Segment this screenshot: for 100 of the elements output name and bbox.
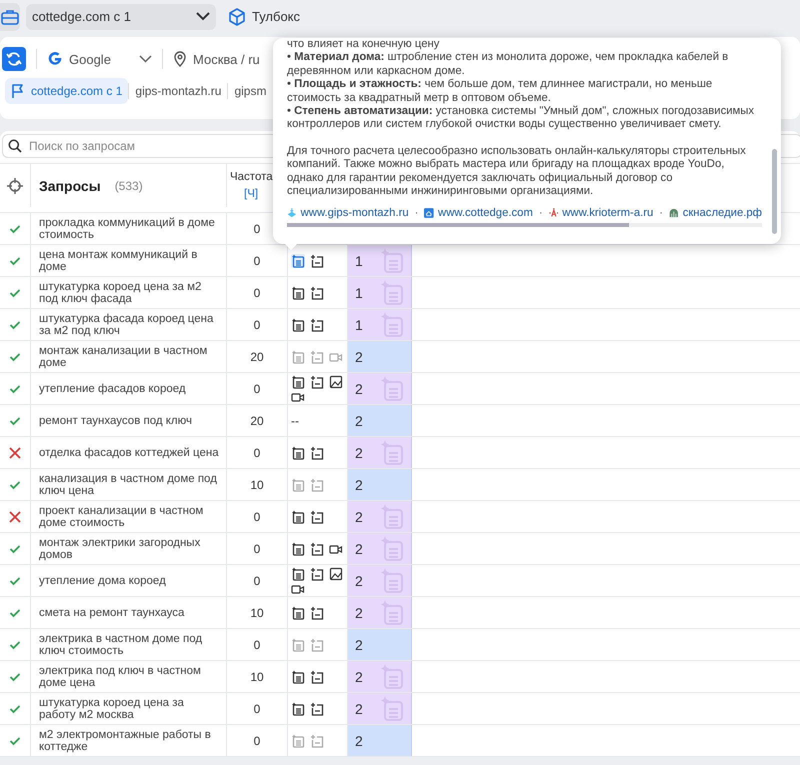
query-text: электрика под ключ в частном доме цена [39,664,202,688]
ai-document-icon [379,568,405,594]
position-cell: 2 [348,533,412,564]
answer-text: • Материал дома: штробление стен из монолита дороже, чем прокладка кабелей в деревянном или каркасном доме. [287,51,730,78]
frequency-value: 20 [250,414,264,428]
chevron-down-icon [196,12,210,21]
cube-icon [228,8,246,26]
frequency-value: 0 [254,542,260,556]
document-plus-icon[interactable] [310,374,324,388]
frequency-value: 0 [254,286,260,300]
position-cell: 2 [348,597,412,628]
query-text: монтаж канализации в частном доме [39,344,208,368]
position-cell: 2 [348,373,412,404]
ai-document-icon[interactable] [291,606,305,620]
query-count: (533) [114,178,143,192]
house-logo-icon [424,206,434,220]
frequency-mode-link[interactable]: [Ч] [244,188,258,200]
ai-document-icon [379,312,405,338]
ai-document-icon [379,664,405,690]
ai-document-icon[interactable] [291,702,305,716]
toolbox-button[interactable]: Тулбокс [222,8,306,26]
site-tab[interactable]: gips-montazh.ru [129,78,228,104]
position-cell: 2 [348,725,412,756]
briefcase-button[interactable] [0,2,20,30]
query-text: цена монтаж коммуникаций в доме [39,248,198,272]
source-link[interactable]: www.gips-montazh.ru [300,207,409,220]
query-text: м2 электромонтажные работы в коттедже [39,728,212,752]
ai-document-icon[interactable] [291,510,305,524]
query-text: штукатурка короед цена за работу м2 москва [39,696,185,720]
separator-dot: · [414,207,418,220]
refresh-button[interactable] [2,47,26,71]
ai-document-icon [379,248,405,274]
query-text: смета на ремонт таунхауса [39,606,184,618]
separator-dot: · [659,207,664,220]
source-link[interactable]: скнаследие.рф [682,207,762,220]
frequency-value: 0 [254,574,260,588]
document-plus-icon[interactable] [310,510,324,524]
answer-text: • Площадь и этажность: чем больше дом, тем длиннее магистрали, но меньше стоимость за квадратный метр в оптовом объеме. [287,78,714,106]
query-text: проект канализации в частном доме стоимость [39,504,204,528]
frequency-value: 0 [254,222,260,236]
frequency-value: 10 [250,606,264,620]
column-header[interactable]: Частота [230,171,273,183]
flag-icon [11,83,25,99]
image-icon[interactable] [329,374,343,388]
chevron-down-icon [139,55,152,63]
frequency-value: 0 [254,638,260,652]
location-pin-icon [173,51,187,67]
query-text: штукатурка короед цена за м2 под ключ фасада [39,280,202,304]
image-icon[interactable] [329,566,343,580]
video-camera-icon[interactable] [291,390,305,402]
ai-document-icon[interactable] [291,318,305,332]
ai-document-icon[interactable] [291,446,305,460]
document-plus-icon[interactable] [310,286,324,300]
ai-document-icon[interactable] [291,542,305,556]
no-features-text: -- [291,414,299,428]
search-engine-select[interactable]: Google [47,51,152,67]
document-plus-icon[interactable] [310,670,324,684]
region-select[interactable]: Москва / ru [173,51,260,67]
answer-text: • Степень автоматизации: установка системы "Умный дом", сложных погодозависимых контроллеров или систем глубокой очистки воды существенно увеличивает смету. [287,105,756,132]
document-plus-icon[interactable] [310,566,324,580]
position-cell: 2 [348,693,412,724]
query-text: штукатурка фасада короед цена за м2 под ключ [39,312,214,336]
document-plus-icon[interactable] [310,702,324,716]
position-cell: 1 [348,245,412,276]
g-logo-icon [47,51,63,67]
document-plus-icon[interactable] [310,606,324,620]
source-link[interactable]: www.krioterm-a.ru [562,207,654,220]
separator-dot: · [538,207,543,220]
video-camera-icon[interactable] [329,542,343,554]
frequency-value: 0 [254,446,260,460]
frequency-value: 0 [254,318,260,332]
document-plus-icon[interactable] [310,318,324,332]
frequency-value: 0 [254,510,260,524]
document-plus-icon[interactable] [310,542,324,556]
column-header[interactable]: Запросы [39,178,101,194]
query-text: утепление фасадов короед [39,382,186,394]
frequency-value: 0 [254,734,260,748]
ai-document-icon[interactable] [291,670,305,684]
query-text: отделка фасадов коттеджей цена [39,446,219,458]
ai-document-icon [379,440,405,466]
video-camera-icon[interactable] [291,582,305,594]
query-text: утепление дома короед [39,574,166,586]
site-tab[interactable]: cottedge.com с 1 [5,78,128,104]
project-select[interactable]: cottedge.com с 1 [26,4,216,30]
frequency-value: 10 [250,478,264,492]
document-plus-icon[interactable] [310,446,324,460]
answer-text: что влияет на конечную цену [287,38,440,52]
site-tab[interactable]: gipsm [228,78,272,104]
ai-document-icon[interactable] [291,286,305,300]
document-plus-icon[interactable] [310,254,324,268]
ai-document-icon [379,376,405,402]
target-icon[interactable] [7,178,23,194]
ai-document-icon[interactable] [291,374,305,388]
source-link[interactable]: www.cottedge.com [438,207,533,220]
ai-document-icon[interactable] [291,566,305,580]
frequency-value: 10 [250,670,264,684]
position-cell: 2 [348,565,412,596]
query-text: прокладка коммуникаций в доме стоимость [39,216,216,240]
query-text: ремонт таунхаусов под ключ [39,414,192,426]
frequency-value: 20 [250,350,264,364]
